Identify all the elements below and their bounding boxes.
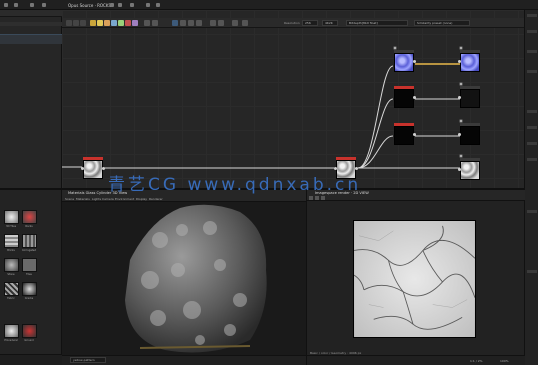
- 2d-status-text: Basic / color / Geometry : 4096 px: [310, 351, 362, 355]
- zoom-level[interactable]: 1:1 / 2%: [470, 359, 483, 363]
- output-port[interactable]: [413, 60, 416, 63]
- library-item[interactable]: [22, 210, 37, 224]
- 2d-tool-icon[interactable]: [315, 196, 319, 200]
- library-item-label: Rocks: [25, 225, 33, 228]
- 3d-menu-lights[interactable]: Lights: [92, 197, 101, 201]
- input-port[interactable]: [81, 167, 84, 170]
- node-thumbnail: [394, 53, 414, 72]
- library-item-label: Bricks: [7, 249, 15, 252]
- zoom-percent[interactable]: 100%: [500, 359, 509, 363]
- 2d-tool-icon[interactable]: [321, 196, 325, 200]
- library-item[interactable]: [4, 258, 19, 272]
- library-search-field[interactable]: yellow-pattern: [70, 357, 106, 363]
- 2d-texture-preview[interactable]: [353, 220, 476, 338]
- node-thumbnail: [394, 126, 414, 145]
- input-port[interactable]: [458, 96, 461, 99]
- library-item[interactable]: [22, 258, 37, 272]
- input-port[interactable]: [458, 168, 461, 171]
- 2d-tool-icon[interactable]: [309, 196, 313, 200]
- library-item[interactable]: [4, 234, 19, 248]
- properties-item[interactable]: [527, 270, 537, 273]
- input-port[interactable]: [458, 133, 461, 136]
- properties-item[interactable]: [527, 142, 537, 145]
- graph-node-output-roughness[interactable]: [458, 82, 480, 108]
- output-port[interactable]: [413, 133, 416, 136]
- library-item-label: Cracks: [24, 297, 34, 300]
- node-thumbnail: [394, 89, 414, 108]
- library-item-label: Corrugated: [21, 249, 37, 252]
- 3d-menu-camera[interactable]: Camera: [102, 197, 114, 201]
- graph-node-output-metallic[interactable]: [458, 119, 480, 145]
- library-item[interactable]: [4, 324, 19, 338]
- connection-wire: [357, 135, 394, 169]
- properties-item[interactable]: [527, 110, 537, 113]
- library-item-label: 3D Tiles: [6, 225, 16, 228]
- graph-node-height-output[interactable]: [81, 157, 105, 179]
- 3d-menu-materials[interactable]: Materials: [76, 197, 90, 201]
- library-item[interactable]: [22, 282, 37, 296]
- properties-strip: [524, 10, 538, 365]
- properties-item[interactable]: [527, 30, 537, 33]
- library-item-label: Ground: [24, 339, 34, 342]
- properties-item[interactable]: [527, 158, 537, 161]
- watermark-text: 青艺CG www.qdnxab.cn: [108, 175, 362, 195]
- 3d-menu-scene[interactable]: Scene: [65, 197, 74, 201]
- library-item[interactable]: [22, 324, 37, 338]
- graph-node-roughness[interactable]: [394, 86, 416, 108]
- properties-item[interactable]: [527, 126, 537, 129]
- connection-wire: [357, 65, 394, 169]
- library-footer: [0, 354, 62, 365]
- library-panel: 3D Tiles Rocks Bricks Corrugated Stone T…: [0, 190, 62, 365]
- library-item[interactable]: [22, 234, 37, 248]
- 3d-rock-cube-preview[interactable]: [120, 200, 270, 355]
- node-thumbnail: [460, 161, 480, 180]
- library-item[interactable]: [4, 210, 19, 224]
- input-port[interactable]: [458, 60, 461, 63]
- properties-item[interactable]: [527, 14, 537, 17]
- library-item[interactable]: [4, 282, 19, 296]
- graph-node-normal[interactable]: [393, 46, 416, 72]
- properties-item[interactable]: [527, 210, 537, 213]
- output-port[interactable]: [102, 167, 105, 170]
- graph-node-output-normal[interactable]: [458, 46, 480, 72]
- library-item-label: Tiles: [26, 273, 32, 276]
- 2d-view-footer: [307, 355, 525, 365]
- properties-item[interactable]: [527, 50, 537, 53]
- graph-node-output-height[interactable]: [458, 154, 480, 180]
- connection-wire: [357, 98, 394, 169]
- library-item-label: Fabric: [7, 297, 15, 300]
- node-thumbnail: [83, 160, 103, 179]
- library-item-label: Stone: [7, 273, 15, 276]
- library-item-label: Procedural: [4, 339, 18, 342]
- node-thumbnail: [460, 89, 480, 108]
- output-port[interactable]: [413, 96, 416, 99]
- properties-item[interactable]: [527, 70, 537, 73]
- node-thumbnail: [460, 126, 480, 145]
- graph-node-metallic[interactable]: [394, 123, 416, 145]
- node-thumbnail: [460, 53, 480, 72]
